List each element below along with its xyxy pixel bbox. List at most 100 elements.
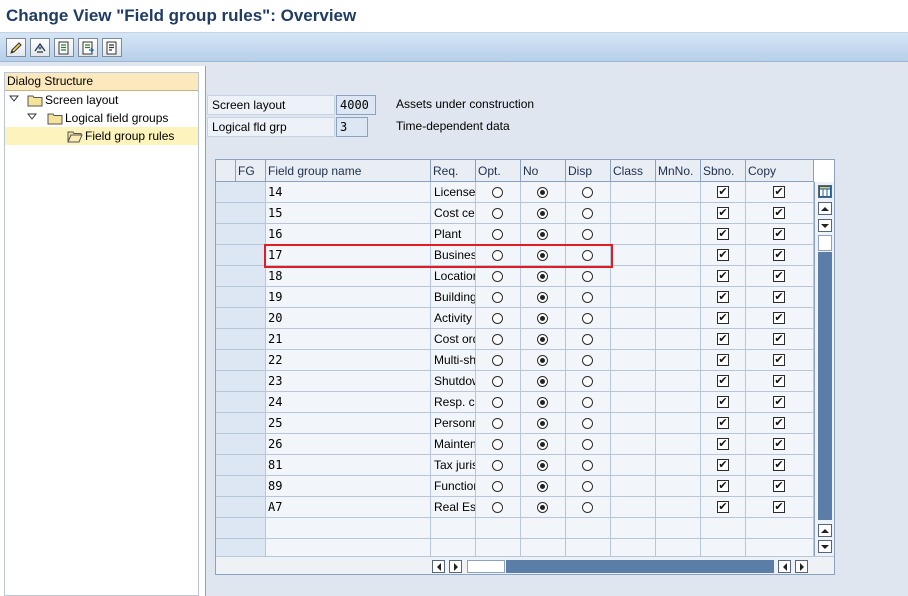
mnno-checkbox[interactable]: ✔: [717, 459, 729, 471]
sbno-cell[interactable]: ✔: [746, 224, 814, 245]
rule-req-cell[interactable]: [476, 434, 521, 455]
table-row[interactable]: A7Real Estate Object ✔ ✔: [216, 497, 815, 518]
rule-opt-radio[interactable]: [537, 271, 548, 282]
rule-opt-radio[interactable]: [537, 187, 548, 198]
rule-opt-radio[interactable]: [537, 397, 548, 408]
sbno-cell[interactable]: ✔: [746, 392, 814, 413]
rule-opt-cell[interactable]: [521, 224, 566, 245]
rule-req-cell[interactable]: [476, 392, 521, 413]
rule-no-cell[interactable]: [566, 371, 611, 392]
row-selector-header[interactable]: [216, 160, 236, 182]
rule-opt-radio[interactable]: [537, 250, 548, 261]
mnno-cell[interactable]: ✔: [701, 182, 746, 203]
mnno-cell[interactable]: ✔: [701, 413, 746, 434]
sbno-cell[interactable]: ✔: [746, 476, 814, 497]
sbno-cell[interactable]: ✔: [746, 203, 814, 224]
mnno-cell[interactable]: ✔: [701, 308, 746, 329]
rule-no-cell[interactable]: [566, 392, 611, 413]
column-header-field-group-name[interactable]: Field group name: [266, 160, 431, 182]
rule-no-radio[interactable]: [582, 439, 593, 450]
rule-opt-radio[interactable]: [537, 208, 548, 219]
table-row[interactable]: 17Business area ✔ ✔: [216, 245, 815, 266]
rule-no-cell[interactable]: [566, 182, 611, 203]
rule-opt-cell[interactable]: [521, 413, 566, 434]
table-row[interactable]: 26Maintenance order ✔ ✔: [216, 434, 815, 455]
rule-opt-radio[interactable]: [537, 292, 548, 303]
mnno-cell[interactable]: ✔: [701, 203, 746, 224]
column-header-mnno[interactable]: MnNo.: [656, 160, 701, 182]
sbno-cell[interactable]: ✔: [746, 308, 814, 329]
rule-opt-radio[interactable]: [537, 355, 548, 366]
sbno-checkbox[interactable]: ✔: [773, 396, 785, 408]
rule-req-radio[interactable]: [492, 418, 503, 429]
rule-opt-cell[interactable]: [521, 497, 566, 518]
mnno-checkbox[interactable]: ✔: [717, 501, 729, 513]
tree-item-screen-layout[interactable]: Screen layout: [5, 91, 198, 109]
rule-no-radio[interactable]: [582, 418, 593, 429]
rule-req-cell[interactable]: [476, 455, 521, 476]
hscroll-track[interactable]: [506, 560, 774, 573]
column-settings-icon[interactable]: [818, 185, 832, 198]
rule-no-radio[interactable]: [582, 334, 593, 345]
sbno-cell[interactable]: ✔: [746, 287, 814, 308]
mnno-checkbox[interactable]: ✔: [717, 228, 729, 240]
sbno-cell[interactable]: ✔: [746, 434, 814, 455]
rule-req-cell[interactable]: [476, 266, 521, 287]
sbno-checkbox[interactable]: ✔: [773, 312, 785, 324]
tree-item-field-group-rules[interactable]: Field group rules: [5, 127, 198, 145]
rule-req-cell[interactable]: [476, 224, 521, 245]
scroll-up-icon[interactable]: [818, 202, 832, 215]
rule-no-cell[interactable]: [566, 329, 611, 350]
sbno-checkbox[interactable]: ✔: [773, 417, 785, 429]
table-row[interactable]: 22Multi-shift factor ✔ ✔: [216, 350, 815, 371]
mnno-cell[interactable]: ✔: [701, 371, 746, 392]
rule-req-cell[interactable]: [476, 497, 521, 518]
rule-opt-radio[interactable]: [537, 439, 548, 450]
rule-no-radio[interactable]: [582, 460, 593, 471]
logical-fld-grp-field[interactable]: 3: [336, 117, 368, 137]
rule-req-cell[interactable]: [476, 413, 521, 434]
rule-req-radio[interactable]: [492, 187, 503, 198]
mnno-checkbox[interactable]: ✔: [717, 438, 729, 450]
rule-no-radio[interactable]: [582, 376, 593, 387]
rule-opt-cell[interactable]: [521, 308, 566, 329]
tree-item-logical-field-groups[interactable]: Logical field groups: [5, 109, 198, 127]
mnno-checkbox[interactable]: ✔: [717, 207, 729, 219]
rule-no-radio[interactable]: [582, 313, 593, 324]
row-selector[interactable]: [216, 224, 266, 245]
rule-req-cell[interactable]: [476, 203, 521, 224]
column-header-sbno[interactable]: Sbno.: [701, 160, 746, 182]
scroll-track[interactable]: [818, 252, 832, 520]
sbno-cell[interactable]: ✔: [746, 413, 814, 434]
rule-opt-cell[interactable]: [521, 329, 566, 350]
row-selector[interactable]: [216, 497, 266, 518]
column-header-disp[interactable]: Disp: [566, 160, 611, 182]
rule-req-radio[interactable]: [492, 460, 503, 471]
rule-no-cell[interactable]: [566, 266, 611, 287]
rule-no-cell[interactable]: [566, 350, 611, 371]
toggle-change-display-icon[interactable]: [30, 38, 50, 57]
rule-opt-cell[interactable]: [521, 245, 566, 266]
sbno-cell[interactable]: ✔: [746, 266, 814, 287]
rule-no-radio[interactable]: [582, 502, 593, 513]
rule-no-cell[interactable]: [566, 203, 611, 224]
mnno-cell[interactable]: ✔: [701, 266, 746, 287]
table-row[interactable]: 18 Location ✔ ✔: [216, 266, 815, 287]
rule-req-cell[interactable]: [476, 287, 521, 308]
rule-req-cell[interactable]: [476, 329, 521, 350]
sbno-checkbox[interactable]: ✔: [773, 186, 785, 198]
mnno-checkbox[interactable]: ✔: [717, 396, 729, 408]
scroll-down-icon[interactable]: [818, 540, 832, 553]
rule-no-cell[interactable]: [566, 308, 611, 329]
rule-req-cell[interactable]: [476, 371, 521, 392]
vertical-scrollbar[interactable]: [814, 182, 834, 556]
mnno-checkbox[interactable]: ✔: [717, 186, 729, 198]
rule-opt-cell[interactable]: [521, 434, 566, 455]
rule-opt-cell[interactable]: [521, 203, 566, 224]
rule-no-radio[interactable]: [582, 292, 593, 303]
rule-req-radio[interactable]: [492, 355, 503, 366]
table-row[interactable]: 16 Plant ✔ ✔: [216, 224, 815, 245]
mnno-cell[interactable]: ✔: [701, 476, 746, 497]
expand-triangle-icon[interactable]: [26, 110, 39, 126]
rule-no-radio[interactable]: [582, 250, 593, 261]
